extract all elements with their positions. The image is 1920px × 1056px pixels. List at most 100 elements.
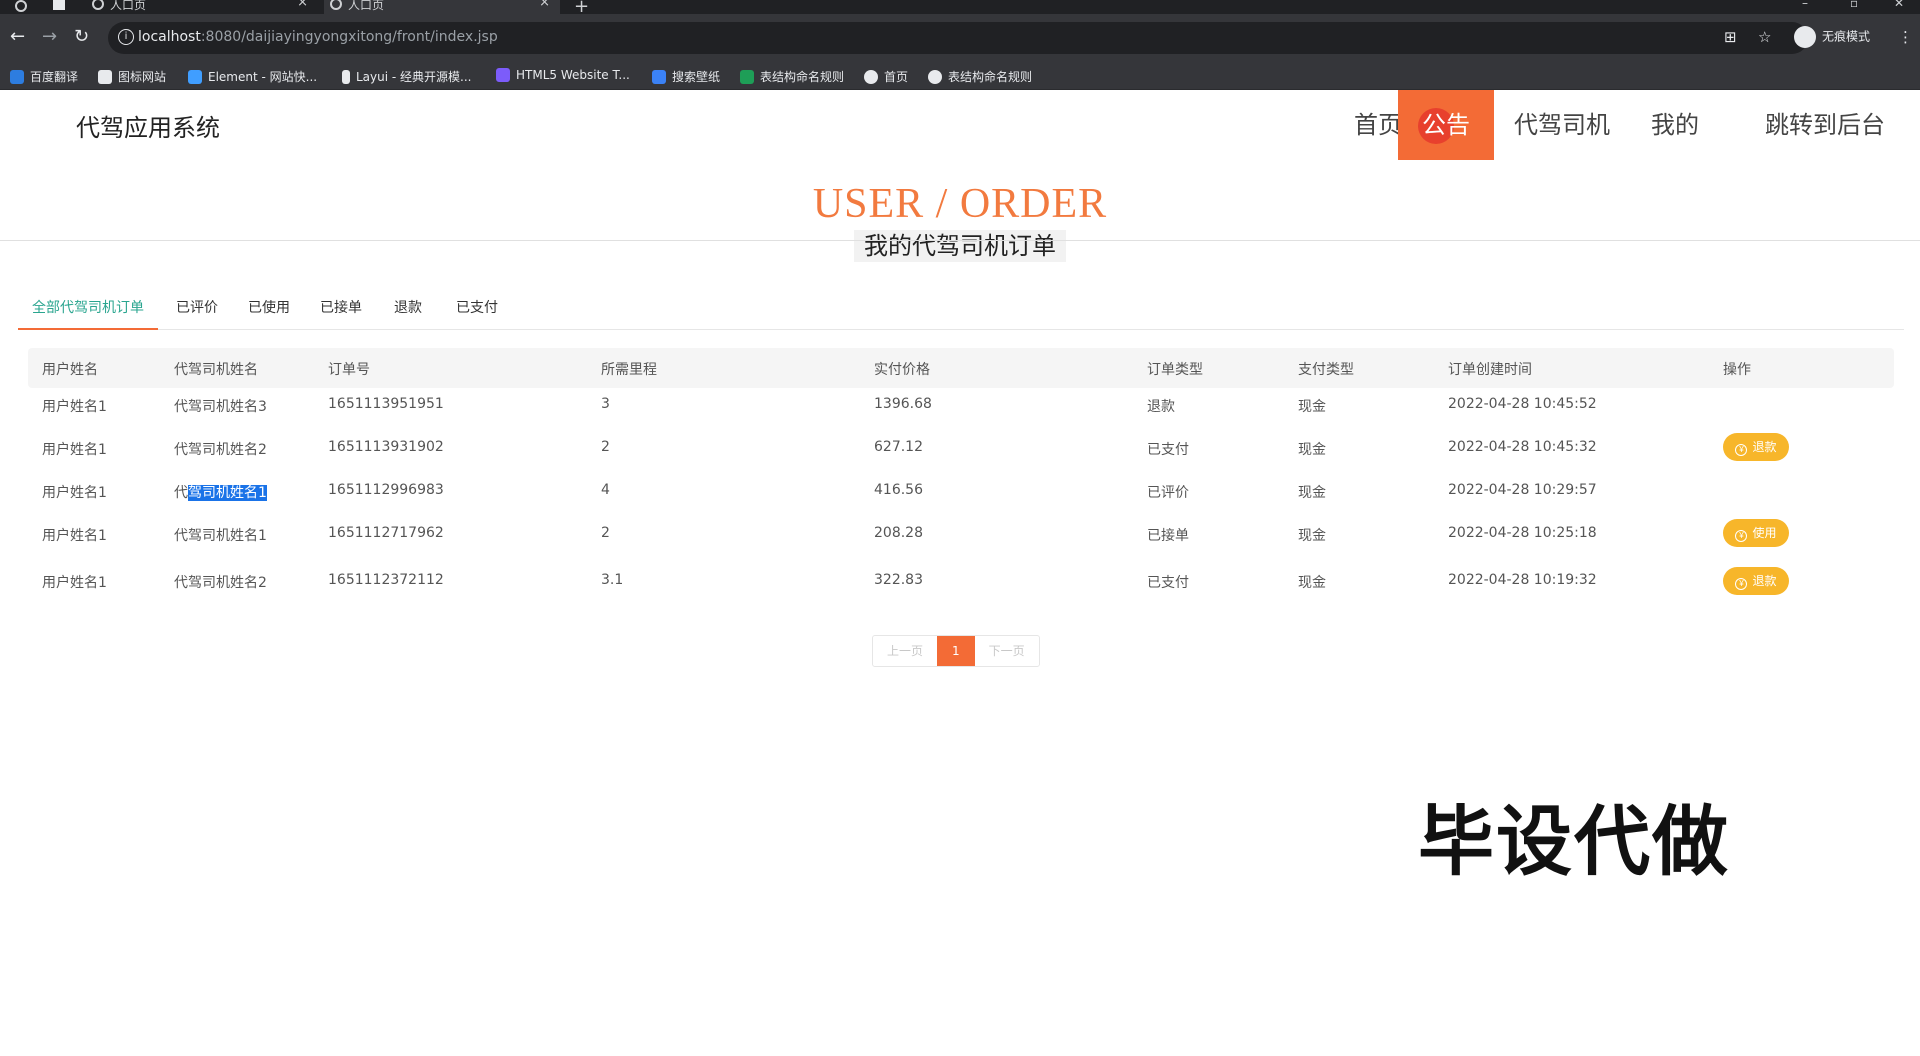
bookmark-item[interactable]: 图标网站: [98, 68, 166, 85]
selected-text: 驾司机姓名1: [188, 485, 267, 501]
tab-label: 全部代驾司机订单: [32, 300, 144, 316]
back-icon[interactable]: ←: [10, 26, 25, 47]
bookmark-label: 搜索壁纸: [672, 70, 721, 84]
bookmark-label: 百度翻译: [30, 70, 79, 84]
cell-price: 627.12: [874, 439, 923, 455]
globe-icon: [330, 0, 342, 10]
tab-label: 退款: [394, 300, 422, 316]
incognito-badge[interactable]: 无痕模式: [1794, 26, 1870, 48]
order-tabs: 全部代驾司机订单 已评价 已使用 已接单 退款 已支付: [18, 290, 1904, 330]
maximize-icon[interactable]: ▫: [1850, 0, 1858, 10]
coin-icon: ¥: [1735, 530, 1748, 542]
close-window-icon[interactable]: ✕: [1894, 0, 1904, 10]
cell-user: 用户姓名1: [42, 528, 107, 544]
watermark-text: 毕设代做: [1418, 797, 1730, 886]
cell-user: 用户姓名1: [42, 442, 107, 458]
html5-icon: [496, 68, 510, 82]
globe-icon: [864, 70, 878, 84]
refund-button[interactable]: ¥ 退款: [1723, 567, 1789, 595]
cell-order-no: 1651112372112: [328, 572, 444, 588]
globe-icon: [928, 70, 942, 84]
nav-admin[interactable]: 跳转到后台: [1744, 90, 1906, 160]
cell-order-type: 已评价: [1147, 485, 1189, 501]
cell-driver: 代驾司机姓名1: [174, 482, 267, 502]
nav-driver[interactable]: 代驾司机: [1504, 90, 1620, 160]
nav-label: 首页: [1354, 111, 1402, 139]
prev-page-button[interactable]: 上一页: [873, 636, 937, 666]
close-tab-icon[interactable]: ×: [297, 0, 308, 9]
nav-label: 跳转到后台: [1765, 111, 1885, 139]
forward-icon[interactable]: →: [42, 26, 57, 47]
site-logo[interactable]: 代驾应用系统: [76, 108, 220, 143]
cell-driver: 代驾司机姓名1: [174, 528, 267, 544]
bookmark-label: 首页: [884, 70, 909, 84]
bookmark-item[interactable]: 百度翻译: [10, 68, 78, 85]
nav-mine[interactable]: 我的: [1630, 90, 1720, 160]
th-user: 用户姓名: [42, 362, 98, 378]
minimize-icon[interactable]: –: [1802, 0, 1808, 10]
refund-button[interactable]: ¥ 退款: [1723, 433, 1789, 461]
table-row: 用户姓名1 代驾司机姓名2 1651112372112 3.1 322.83 已…: [28, 560, 1894, 608]
bookmark-item[interactable]: HTML5 Website T...: [496, 68, 630, 82]
bookmark-item[interactable]: 表结构命名规则: [740, 68, 844, 85]
bookmark-item[interactable]: 首页: [864, 68, 908, 85]
bookmark-label: 表结构命名规则: [760, 70, 845, 84]
tab-accepted[interactable]: 已接单: [306, 290, 376, 330]
tab-label: 已评价: [176, 300, 218, 316]
tab-used[interactable]: 已使用: [234, 290, 304, 330]
bookmark-star-icon[interactable]: ☆: [1758, 28, 1771, 46]
bookmark-item[interactable]: 表结构命名规则: [928, 68, 1032, 85]
cell-pay-type: 现金: [1298, 528, 1326, 544]
cell-price: 322.83: [874, 572, 923, 588]
cell-price: 416.56: [874, 482, 923, 498]
globe-icon: [92, 0, 104, 10]
kebab-menu-icon[interactable]: ⋮: [1898, 28, 1913, 46]
url-text: localhost:8080/daijiayingyongxitong/fron…: [138, 29, 498, 45]
th-order-type: 订单类型: [1147, 362, 1203, 378]
tab-refund[interactable]: 退款: [380, 290, 436, 330]
bookmark-label: Element - 网站快...: [208, 70, 318, 84]
wallpaper-icon: [652, 70, 666, 84]
url-host: localhost: [138, 29, 201, 45]
bookmark-label: Layui - 经典开源模...: [356, 70, 472, 84]
th-action: 操作: [1723, 362, 1751, 378]
close-tab-icon[interactable]: ×: [539, 0, 550, 9]
coin-icon: ¥: [1735, 578, 1748, 590]
cell-mileage: 2: [601, 525, 610, 541]
button-label: 退款: [1752, 440, 1777, 454]
reload-icon[interactable]: ↻: [74, 26, 89, 47]
cell-mileage: 3.1: [601, 572, 624, 588]
tab-all-orders[interactable]: 全部代驾司机订单: [18, 290, 158, 330]
cell-order-type: 退款: [1147, 399, 1175, 415]
tab-reviewed[interactable]: 已评价: [162, 290, 232, 330]
page-number-current[interactable]: 1: [937, 636, 975, 666]
tab-paid[interactable]: 已支付: [442, 290, 512, 330]
use-button[interactable]: ¥ 使用: [1723, 519, 1789, 547]
browser-tab-2[interactable]: 人口页 ×: [324, 0, 560, 14]
translate-icon[interactable]: ⊞: [1724, 28, 1737, 46]
bookmark-item[interactable]: 搜索壁纸: [652, 68, 720, 85]
banner-divider: [0, 240, 1920, 241]
nav-label: 我的: [1651, 111, 1699, 139]
layui-icon: [342, 70, 350, 84]
next-page-button[interactable]: 下一页: [975, 636, 1039, 666]
table-row: 用户姓名1 代驾司机姓名2 1651113931902 2 627.12 已支付…: [28, 431, 1894, 474]
th-mileage: 所需里程: [601, 362, 657, 378]
cell-price: 208.28: [874, 525, 923, 541]
info-icon[interactable]: i: [118, 29, 134, 45]
cell-order-type: 已支付: [1147, 575, 1189, 591]
nav-notice[interactable]: 公告: [1398, 90, 1494, 160]
window-icon[interactable]: [52, 0, 66, 12]
address-bar[interactable]: i localhost:8080/daijiayingyongxitong/fr…: [108, 22, 1808, 54]
browser-menu-icon[interactable]: [14, 0, 28, 12]
th-pay-type: 支付类型: [1298, 362, 1354, 378]
cell-order-no: 1651113931902: [328, 439, 444, 455]
cell-driver: 代驾司机姓名2: [174, 442, 267, 458]
th-create-time: 订单创建时间: [1448, 362, 1532, 378]
bookmark-item[interactable]: Layui - 经典开源模...: [342, 68, 471, 85]
browser-tab-1[interactable]: 人口页 ×: [86, 0, 318, 14]
cell-user: 用户姓名1: [42, 399, 107, 415]
bookmark-icon: [10, 70, 24, 84]
web-page: 代驾应用系统 首页 公告 代驾司机 我的 跳转到后台 USER / ORDER …: [0, 90, 1920, 1056]
bookmark-item[interactable]: Element - 网站快...: [188, 68, 317, 85]
